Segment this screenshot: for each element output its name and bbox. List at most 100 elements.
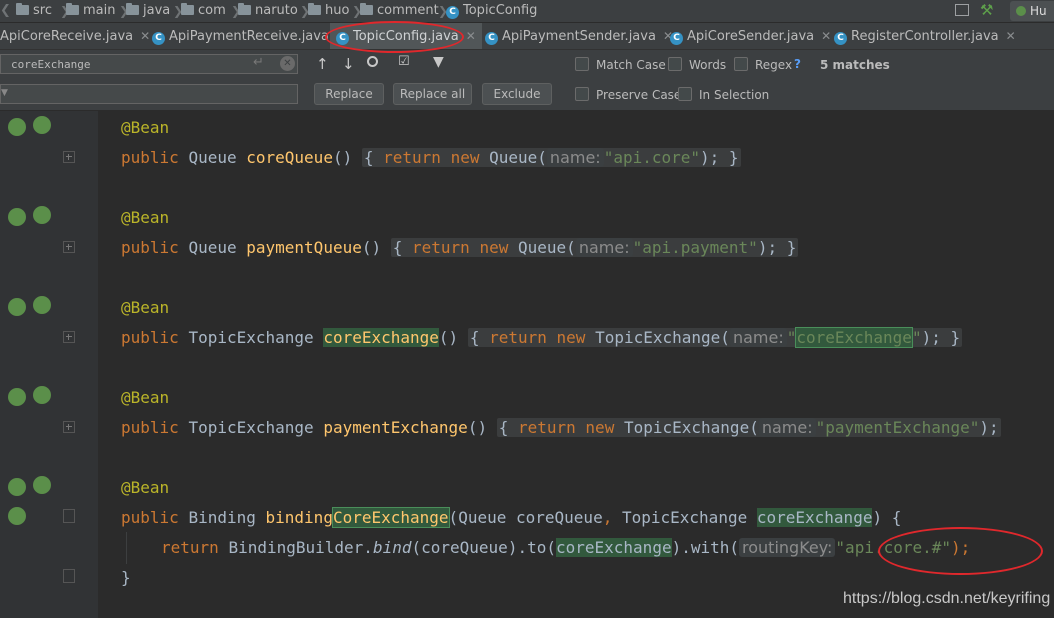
code-line: public Binding bindingCoreExchange(Queue… [121, 507, 902, 528]
select-all-occurrences-icon[interactable]: ☑ [398, 54, 410, 69]
bean-check-icon[interactable] [33, 116, 51, 134]
class-icon: C [670, 32, 683, 45]
checkbox-box [734, 57, 748, 71]
breadcrumb-huo[interactable]: huo [308, 2, 349, 20]
parameter-hint: routingKey: [739, 538, 836, 557]
breadcrumb-com[interactable]: com [181, 2, 226, 20]
find-all-icon[interactable] [367, 56, 378, 67]
class-icon: C [152, 32, 165, 45]
fold-end-icon[interactable] [63, 569, 75, 583]
class-icon: C [446, 6, 459, 19]
hammer-icon[interactable]: ⚒ [980, 1, 993, 19]
parameter-hint: name: [575, 238, 633, 257]
bean-check-icon[interactable] [33, 206, 51, 224]
highlight-circle-routing-key [878, 527, 1043, 575]
tab-api-core-receive[interactable]: ApiCoreReceive.java ✕ [0, 23, 156, 49]
fold-expand-icon[interactable] [63, 421, 75, 433]
breadcrumb-bar: ❮ src ❯ main ❯ java ❯ com ❯ naruto ❯ huo… [0, 0, 1054, 23]
folder-icon [126, 3, 139, 15]
regex-checkbox[interactable]: Regex [734, 57, 792, 73]
fold-collapse-icon[interactable] [63, 509, 75, 523]
run-config-selector[interactable]: Hu [1010, 1, 1054, 21]
search-match: CoreExchange [331, 507, 450, 528]
bean-navigation-icon[interactable] [8, 388, 26, 406]
match-case-checkbox[interactable]: Match Case [575, 57, 666, 73]
code-line: @Bean [121, 388, 170, 407]
fold-expand-icon[interactable] [63, 331, 75, 343]
fold-expand-icon[interactable] [63, 241, 75, 253]
exclude-button[interactable]: Exclude [482, 83, 552, 105]
breadcrumb-src[interactable]: src [16, 2, 52, 20]
history-dropdown-icon[interactable]: ▼ [1, 88, 8, 98]
clear-icon[interactable]: ✕ [280, 56, 295, 71]
replace-all-button[interactable]: Replace all [393, 83, 472, 105]
code-line: } [121, 568, 131, 587]
window-icon[interactable] [955, 4, 969, 16]
watermark-text: https://blog.csdn.net/keyrifing [843, 590, 1051, 607]
tab-api-payment-sender[interactable]: C ApiPaymentSender.java ✕ [479, 23, 679, 49]
fold-expand-icon[interactable] [63, 151, 75, 163]
replace-button[interactable]: Replace [314, 83, 384, 105]
breadcrumb-comment[interactable]: comment [360, 2, 439, 20]
folder-icon [181, 3, 194, 15]
editor-tab-bar: ApiCoreReceive.java ✕ C ApiPaymentReceive.… [0, 23, 1054, 50]
replace-input[interactable] [11, 86, 241, 102]
bean-navigation-icon[interactable] [8, 478, 26, 496]
filter-icon[interactable]: ▼ [433, 54, 444, 70]
code-line: public Queue coreQueue() { return new Qu… [121, 148, 741, 167]
bean-navigation-icon[interactable] [8, 298, 26, 316]
checkbox-box [668, 57, 682, 71]
previous-occurrence-icon[interactable]: ↑ [316, 55, 329, 73]
class-icon: C [834, 32, 847, 45]
words-checkbox[interactable]: Words [668, 57, 726, 73]
code-line: public TopicExchange paymentExchange() {… [121, 418, 1001, 437]
folder-icon [66, 3, 79, 15]
code-line: @Bean [121, 208, 170, 227]
code-line: public Queue paymentQueue() { return new… [121, 238, 799, 257]
spring-boot-icon [1016, 6, 1026, 16]
bean-binding-icon[interactable] [8, 507, 26, 525]
next-occurrence-icon[interactable]: ↓ [342, 55, 355, 73]
folder-icon [308, 3, 321, 15]
breadcrumb-file[interactable]: C TopicConfig [446, 2, 537, 20]
close-icon[interactable]: ✕ [1006, 29, 1016, 43]
breadcrumb-java[interactable]: java [126, 2, 170, 20]
code-line: public TopicExchange coreExchange() { re… [121, 327, 963, 348]
code-line: return BindingBuilder.bind(coreQueue).to… [161, 538, 971, 557]
tab-register-controller[interactable]: C RegisterController.java ✕ [828, 23, 1022, 49]
search-match: coreExchange [323, 328, 439, 347]
parameter-hint: name: [758, 418, 816, 437]
code-line: @Bean [121, 478, 170, 497]
find-replace-bar: ↵ ✕ ▼ ↑ ↓ ☑ ▼ Replace Replace all Exclud… [0, 50, 1054, 111]
tab-api-payment-receive[interactable]: CApiPaymentReceive.java✕ [146, 23, 352, 49]
search-match: coreExchange [795, 327, 913, 348]
close-icon[interactable]: ✕ [466, 29, 476, 43]
code-line: @Bean [121, 118, 170, 137]
checkbox-box [575, 57, 589, 71]
class-icon: C [485, 32, 498, 45]
code-line: @Bean [121, 298, 170, 317]
parameter-hint: name: [729, 328, 787, 347]
folder-icon [238, 3, 251, 15]
folder-icon [360, 3, 373, 15]
tab-api-core-sender[interactable]: C ApiCoreSender.java ✕ [664, 23, 837, 49]
regex-help-link[interactable]: ? [794, 57, 801, 71]
highlight-circle-tab [325, 21, 464, 53]
in-selection-checkbox[interactable]: In Selection [678, 87, 769, 103]
breadcrumb-naruto[interactable]: naruto [238, 2, 298, 20]
search-input[interactable] [11, 56, 241, 72]
parameter-hint: name: [546, 148, 604, 167]
preserve-case-checkbox[interactable]: Preserve Case [575, 87, 681, 103]
match-count: 5 matches [820, 58, 890, 72]
replace-field: ▼ [0, 84, 298, 104]
editor-gutter [0, 111, 98, 618]
bean-navigation-icon[interactable] [8, 208, 26, 226]
bean-check-icon[interactable] [33, 386, 51, 404]
search-field: ↵ ✕ [0, 54, 298, 74]
bean-check-icon[interactable] [33, 476, 51, 494]
bean-check-icon[interactable] [33, 296, 51, 314]
folder-icon [16, 3, 29, 15]
bean-navigation-icon[interactable] [8, 118, 26, 136]
breadcrumb-left-arrow[interactable]: ❮ [0, 2, 11, 20]
breadcrumb-main[interactable]: main [66, 2, 115, 20]
